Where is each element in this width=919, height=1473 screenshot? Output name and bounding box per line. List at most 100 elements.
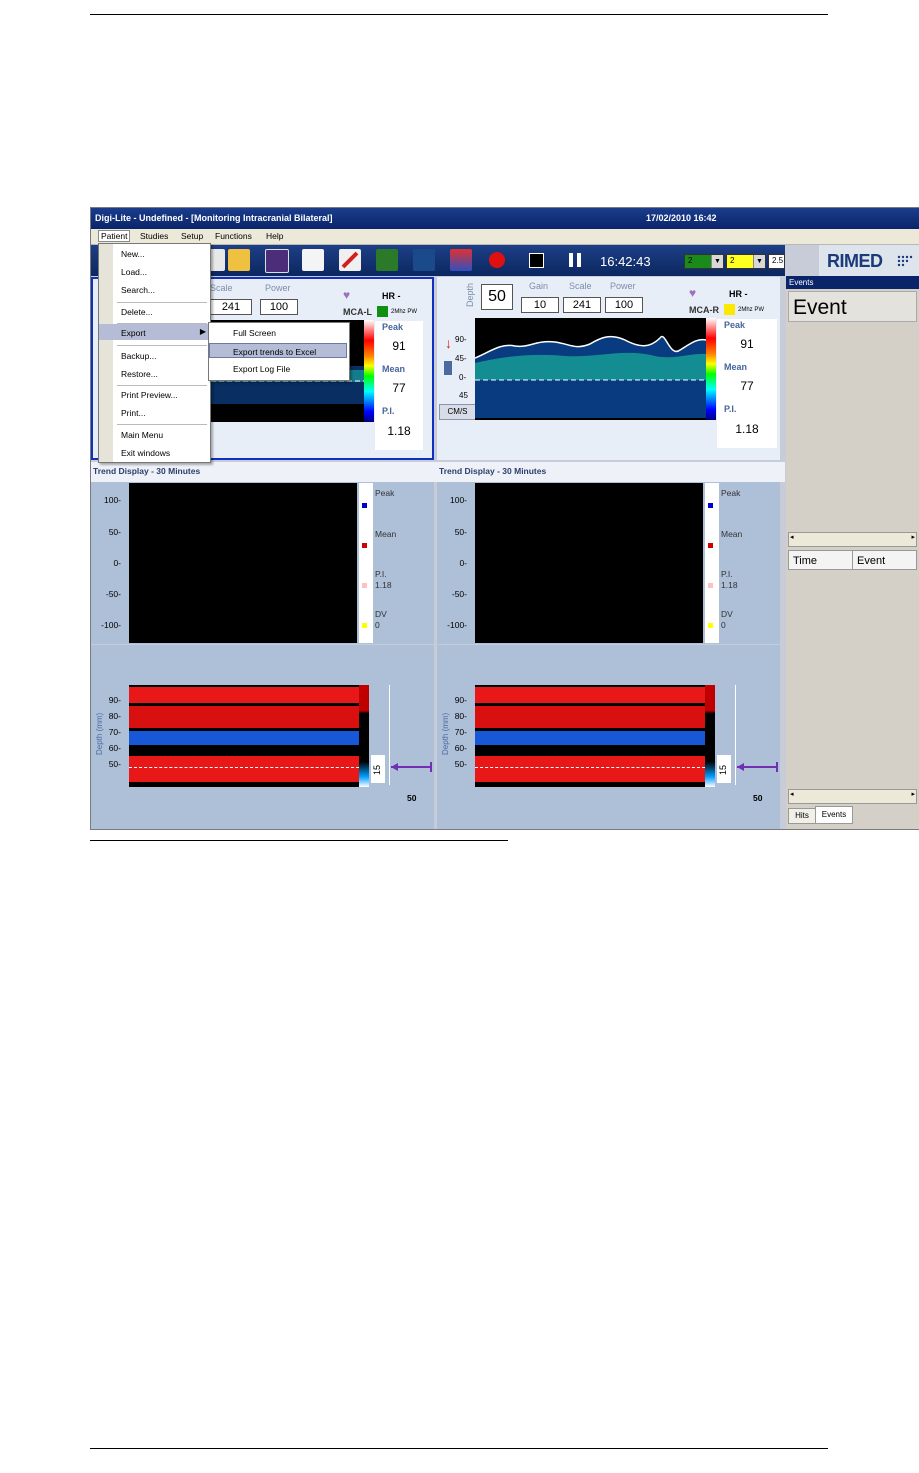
events-hscrollbar-top[interactable]: ◂ ▸ — [788, 532, 917, 547]
mmode-band — [129, 687, 359, 703]
trend-plot — [129, 483, 357, 643]
mmode-band — [129, 706, 359, 728]
vessel-label: MCA-L — [343, 307, 372, 317]
mean-value: 77 — [740, 379, 754, 393]
title-datetime: 17/02/2010 16:42 — [646, 213, 717, 223]
grid-icon[interactable] — [265, 249, 289, 273]
y-tick: 80- — [108, 711, 121, 721]
add-spectrum-icon[interactable] — [413, 249, 435, 271]
scroll-left-icon[interactable]: ◂ — [790, 533, 794, 541]
col-event[interactable]: Event — [857, 555, 885, 567]
axis-tick: 0- — [459, 373, 467, 382]
y-tick: 50- — [108, 527, 121, 537]
mmode-icon[interactable] — [450, 249, 472, 271]
tab-hits[interactable]: Hits — [788, 808, 816, 824]
gain-field[interactable]: 10 — [521, 297, 559, 313]
power-field[interactable]: 100 — [260, 299, 298, 315]
combo-gain[interactable]: 2.5 — [768, 254, 785, 269]
doppler-spectrum — [475, 318, 706, 420]
y-tick: 60- — [454, 743, 467, 753]
units-button[interactable]: CM/S — [439, 404, 476, 420]
heart-icon: ♥ — [343, 288, 351, 302]
events-hscrollbar-bottom[interactable]: ◂ ▸ — [788, 789, 917, 804]
power-field[interactable]: 100 — [605, 297, 643, 313]
menu-item-export-trends[interactable]: Export trends to Excel — [209, 343, 347, 358]
menu-item-print[interactable]: Print... — [121, 408, 146, 418]
y-tick: 0- — [113, 558, 121, 568]
y-tick: -50- — [451, 589, 467, 599]
y-tick: 50- — [108, 759, 121, 769]
menu-setup[interactable]: Setup — [181, 231, 203, 241]
mmode-band — [475, 756, 705, 782]
dv-legend: DV — [375, 609, 387, 619]
pi-legend-value: 1.18 — [375, 580, 392, 590]
menu-separator — [117, 302, 207, 303]
probe-color-swatch — [724, 304, 735, 315]
right-probe-panel[interactable]: Depth 50 Gain Scale Power 10 241 100 ♥ M… — [437, 277, 780, 460]
app-window: Digi-Lite - Undefined - [Monitoring Intr… — [90, 207, 919, 830]
dv-legend-value: 0 — [375, 620, 380, 630]
dv-legend-swatch — [708, 623, 713, 628]
menu-functions[interactable]: Functions — [215, 231, 252, 241]
scroll-right-icon[interactable]: ▸ — [911, 790, 915, 798]
arrow-down-icon: ↓ — [445, 335, 452, 351]
menu-item-print-preview[interactable]: Print Preview... — [121, 390, 178, 400]
menu-separator — [117, 345, 207, 346]
menu-item-export[interactable]: Export ▶ — [99, 324, 210, 340]
menu-item-export-log[interactable]: Export Log File — [233, 364, 290, 374]
menu-item-main-menu[interactable]: Main Menu — [121, 430, 163, 440]
readout-panel: Peak 91 Mean 77 P.I. 1.18 — [717, 319, 777, 448]
folder-open-icon[interactable] — [228, 249, 250, 271]
menu-item-search[interactable]: Search... — [121, 285, 155, 295]
menu-studies[interactable]: Studies — [140, 231, 168, 241]
menu-item-delete[interactable]: Delete... — [121, 307, 153, 317]
menu-item-new[interactable]: New... — [121, 249, 145, 259]
scale-field[interactable]: 241 — [210, 299, 252, 315]
pi-label: P.I. — [382, 406, 395, 416]
menu-gutter — [99, 244, 113, 462]
depth-label: Depth — [465, 282, 475, 307]
y-tick: 50- — [454, 759, 467, 769]
record-icon[interactable] — [489, 252, 505, 268]
scroll-right-icon[interactable]: ▸ — [911, 533, 915, 541]
menu-item-backup[interactable]: Backup... — [121, 351, 156, 361]
menu-item-exit[interactable]: Exit windows — [121, 448, 170, 458]
events-panel: Events Event ◂ ▸ Time Event ◂ ▸ Hits Eve… — [786, 276, 919, 829]
stop-icon[interactable] — [529, 253, 544, 268]
logo-dots-icon — [897, 255, 913, 267]
left-mmode-panel: Depth (mm) 90- 80- 70- 60- 50- 15 50 — [91, 645, 434, 829]
y-tick: 70- — [454, 727, 467, 737]
notes-icon[interactable] — [302, 249, 324, 271]
menu-separator — [117, 424, 207, 425]
menu-item-full-screen[interactable]: Full Screen — [233, 328, 276, 338]
pi-value: 1.18 — [735, 422, 759, 436]
add-trend-icon[interactable] — [376, 249, 398, 271]
scale-field[interactable]: 241 — [563, 297, 601, 313]
menu-item-load[interactable]: Load... — [121, 267, 147, 277]
depth-pointer-icon[interactable] — [389, 761, 433, 773]
pause-icon[interactable] — [567, 252, 583, 268]
menu-patient[interactable]: Patient — [98, 230, 131, 242]
right-mmode-panel: Depth (mm) 90- 80- 70- 60- 50- 15 50 — [437, 645, 780, 829]
menu-help[interactable]: Help — [266, 231, 283, 241]
peak-label: Peak — [724, 320, 746, 330]
col-time[interactable]: Time — [793, 555, 817, 567]
probe-icon[interactable] — [339, 249, 361, 271]
menu-item-restore[interactable]: Restore... — [121, 369, 158, 379]
depth-pointer-icon[interactable] — [735, 761, 779, 773]
power-label: Power — [610, 281, 636, 291]
color-scale-bar — [364, 320, 374, 422]
submenu-arrow-icon: ▶ — [199, 327, 206, 336]
depth-field[interactable]: 50 — [481, 284, 513, 310]
gate-size-box: 15 — [717, 755, 731, 783]
gate-line — [475, 767, 705, 769]
y-tick: 80- — [454, 711, 467, 721]
y-tick: 0- — [459, 558, 467, 568]
peak-legend: Peak — [375, 488, 395, 498]
combo-green[interactable]: 2 ▼ — [684, 254, 724, 269]
tab-events[interactable]: Events — [815, 806, 853, 824]
combo-yellow[interactable]: 2 ▼ — [726, 254, 766, 269]
left-trend-title: Trend Display - 30 Minutes — [93, 466, 201, 476]
scroll-left-icon[interactable]: ◂ — [790, 790, 794, 798]
mmode-color-bar — [705, 685, 715, 787]
